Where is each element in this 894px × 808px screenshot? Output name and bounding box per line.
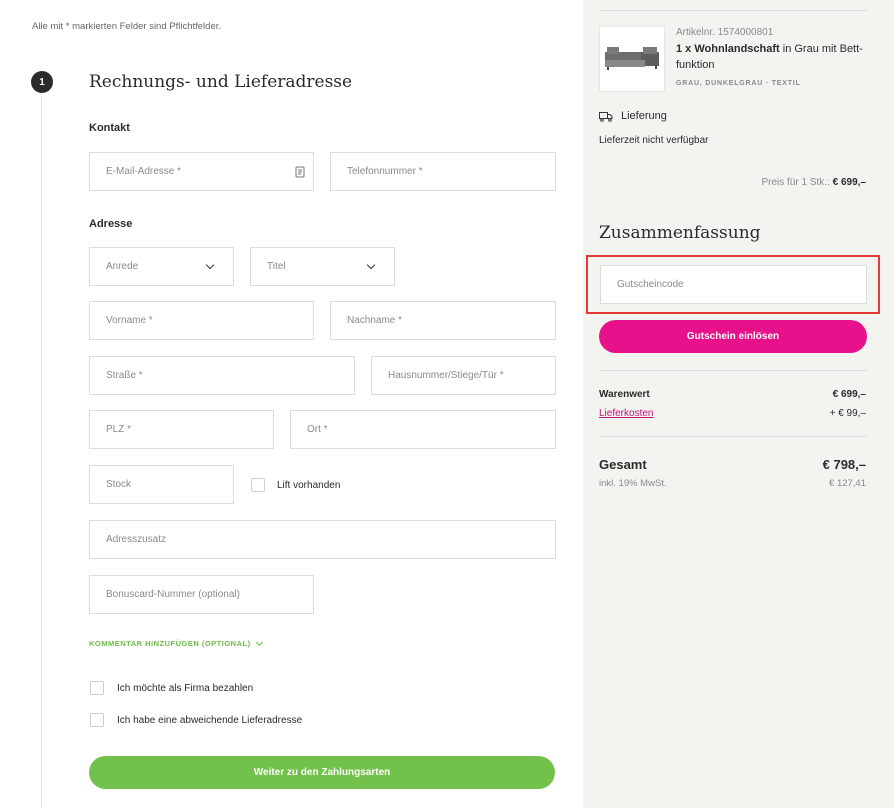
voucher-placeholder: Gutscheincode <box>617 279 684 290</box>
lastname-placeholder: Nachname * <box>347 315 403 326</box>
continue-to-payment-button[interactable]: Weiter zu den Zahlungsarten <box>89 756 555 789</box>
phone-field[interactable]: Telefonnummer * <box>330 152 556 191</box>
sofa-icon <box>605 47 659 70</box>
bonuscard-field[interactable]: Bonuscard-Nummer (optional) <box>89 575 314 614</box>
company-label: Ich möchte als Firma bezahlen <box>117 683 254 694</box>
redeem-voucher-button[interactable]: Gutschein einlösen <box>599 320 867 353</box>
floor-placeholder: Stock <box>106 479 132 490</box>
title-select[interactable]: Titel <box>250 247 395 286</box>
shipping-costs-link[interactable]: Lieferkosten <box>599 408 653 419</box>
zip-placeholder: PLZ * <box>106 424 132 435</box>
alt-delivery-label: Ich habe eine abweichende Lieferadresse <box>117 715 303 726</box>
step-number-badge: 1 <box>31 71 53 93</box>
contact-heading: Kontakt <box>89 122 130 134</box>
firstname-placeholder: Vorname * <box>106 315 153 326</box>
elevator-checkbox[interactable] <box>251 478 265 492</box>
truck-icon <box>599 111 613 122</box>
firstname-field[interactable]: Vorname * <box>89 301 314 340</box>
email-field[interactable]: E-Mail-Adresse * <box>89 152 314 191</box>
summary-top-divider <box>599 10 867 11</box>
article-number: Artikelnr. 1574000801 <box>676 27 774 38</box>
salutation-select[interactable]: Anrede <box>89 247 234 286</box>
goods-value-label: Warenwert <box>599 389 650 400</box>
required-fields-note: Alle mit * markierten Felder sind Pflich… <box>32 21 222 32</box>
elevator-label: Lift vorhanden <box>277 480 341 491</box>
delivery-label: Lieferung <box>621 110 667 122</box>
bonuscard-placeholder: Bonuscard-Nummer (optional) <box>106 589 240 600</box>
tax-value: € 127,41 <box>829 478 866 489</box>
address-heading: Adresse <box>89 218 133 230</box>
summary-divider <box>599 436 867 437</box>
summary-divider <box>599 370 867 371</box>
product-thumbnail[interactable] <box>599 26 665 92</box>
alt-delivery-checkbox[interactable] <box>90 713 104 727</box>
address-extra-placeholder: Adresszusatz <box>106 534 167 545</box>
chevron-down-icon <box>205 260 215 270</box>
section-title: Rechnungs- und Lieferadresse <box>89 72 353 92</box>
phone-placeholder: Telefonnummer * <box>347 166 423 177</box>
email-placeholder: E-Mail-Adresse * <box>106 166 182 177</box>
street-field[interactable]: Straße * <box>89 356 355 395</box>
chevron-down-icon <box>366 260 376 270</box>
total-value: € 798,– <box>822 457 866 472</box>
voucher-code-input[interactable]: Gutscheincode <box>600 265 867 304</box>
contact-card-icon[interactable] <box>295 166 305 181</box>
salutation-placeholder: Anrede <box>106 261 139 272</box>
housenumber-field[interactable]: Hausnummer/Stiege/Tür * <box>371 356 556 395</box>
add-comment-label: KOMMENTAR HINZUFÜGEN (OPTIONAL) <box>89 639 251 648</box>
housenumber-placeholder: Hausnummer/Stiege/Tür * <box>388 370 504 381</box>
total-label: Gesamt <box>599 457 647 472</box>
goods-value: € 699,– <box>832 389 866 400</box>
title-placeholder: Titel <box>267 261 286 272</box>
city-placeholder: Ort * <box>307 424 328 435</box>
product-attributes: GRAU, DUNKELGRAU · TEXTIL <box>676 80 801 87</box>
summary-title: Zusammenfassung <box>599 223 761 243</box>
step-progress-line <box>41 96 42 808</box>
add-comment-link[interactable]: KOMMENTAR HINZUFÜGEN (OPTIONAL) <box>89 638 263 648</box>
lastname-field[interactable]: Nachname * <box>330 301 556 340</box>
street-placeholder: Straße * <box>106 370 143 381</box>
product-name-bold: 1 x Wohnlandschaft <box>676 43 780 55</box>
floor-field[interactable]: Stock <box>89 465 234 504</box>
company-checkbox[interactable] <box>90 681 104 695</box>
tax-label: inkl. 19% MwSt. <box>599 478 667 489</box>
zip-field[interactable]: PLZ * <box>89 410 274 449</box>
chevron-down-icon <box>255 638 263 646</box>
address-extra-field[interactable]: Adresszusatz <box>89 520 556 559</box>
delivery-row: Lieferung <box>599 110 667 122</box>
unit-price-label: Preis für 1 Stk.: <box>761 177 830 188</box>
unit-price: Preis für 1 Stk.: € 699,– <box>761 177 866 188</box>
city-field[interactable]: Ort * <box>290 410 556 449</box>
checkout-form-panel: Alle mit * markierten Felder sind Pflich… <box>0 0 583 808</box>
shipping-costs-value: + € 99,– <box>829 408 866 419</box>
unit-price-value: € 699,– <box>832 177 866 188</box>
product-name[interactable]: 1 x Wohnlandschaft in Grau mit Bett-funk… <box>676 41 871 73</box>
delivery-time-note: Lieferzeit nicht verfügbar <box>599 135 709 146</box>
